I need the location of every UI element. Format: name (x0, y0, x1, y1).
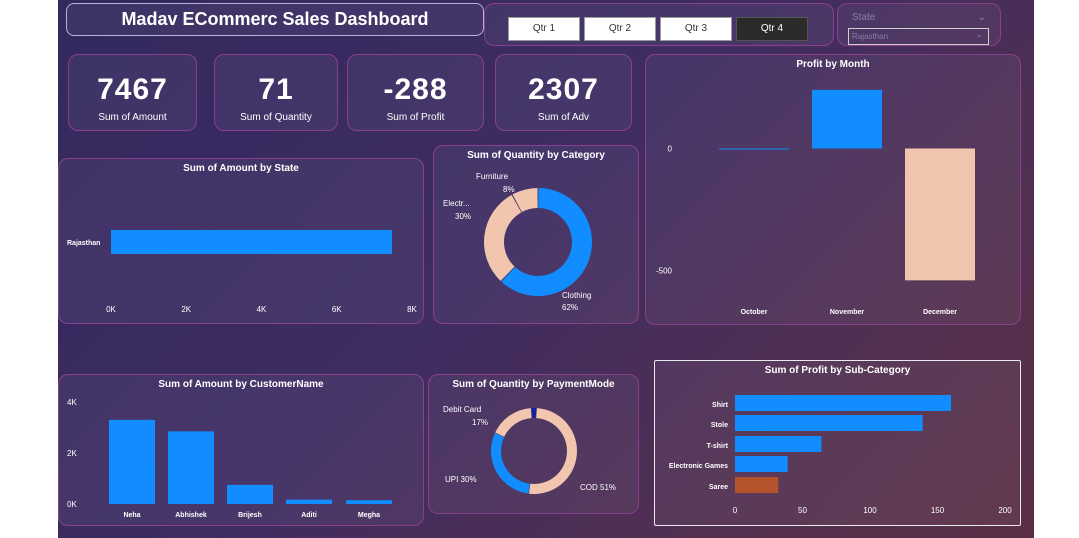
data-label: 8% (503, 185, 515, 194)
bar-aditi (286, 499, 332, 504)
bar-t-shirt (735, 436, 822, 452)
paymentmode-slice (529, 408, 577, 494)
data-label: 62% (562, 303, 578, 312)
data-label: 30% (455, 212, 471, 221)
y-tick-label: Saree (709, 484, 728, 491)
data-label: COD 51% (580, 483, 616, 492)
y-tick-label: T-shirt (707, 443, 729, 450)
x-tick-label: October (741, 309, 768, 316)
x-tick-label: 8K (407, 305, 417, 314)
x-tick-label: 4K (257, 305, 267, 314)
profit-by-month-svg: 0 -500 October November December (656, 89, 975, 316)
bar-october (719, 148, 789, 150)
quarter-button-q4[interactable]: Qtr 4 (736, 17, 808, 41)
paymentmode-slice (495, 408, 532, 437)
kpi-value: -288 (383, 73, 448, 106)
x-tick-label: December (923, 309, 957, 316)
chevron-down-icon: ⌄ (975, 29, 983, 39)
quarter-button-q3[interactable]: Qtr 3 (660, 17, 732, 41)
profit-by-subcategory-svg: Shirt Stole T-shirt Electronic Games Saree 0 5… (669, 395, 1012, 515)
kpi-value: 7467 (97, 73, 168, 106)
kpi-label: Sum of Profit (386, 112, 445, 123)
x-tick-label: Megha (358, 512, 380, 519)
data-label: Furniture (476, 172, 509, 181)
state-slicer-label: State (852, 12, 876, 23)
kpi-card-profit: -288 Sum of Profit (347, 54, 484, 131)
x-tick-label: November (830, 309, 865, 316)
y-tick-label: Electronic Games (669, 463, 728, 470)
chart-quantity-by-paymentmode: Sum of Quantity by PaymentMode COD 51% UP… (428, 374, 639, 514)
bar-stole (735, 415, 923, 431)
quantity-by-paymentmode-svg: COD 51% UPI 30% Debit Card 17% (443, 405, 616, 494)
quarter-button-q2[interactable]: Qtr 2 (584, 17, 656, 41)
data-label: 17% (472, 418, 488, 427)
x-tick-label: 150 (931, 506, 945, 515)
data-label: Debit Card (443, 405, 481, 414)
y-tick-label: Stole (711, 422, 728, 429)
x-tick-label: 0 (733, 506, 738, 515)
title-panel: Madav ECommerc Sales Dashboard (66, 3, 484, 36)
kpi-card-adv: 2307 Sum of Adv (495, 54, 632, 131)
bar-electronic-games (735, 456, 788, 472)
data-label: Electr... (443, 199, 470, 208)
data-label: Clothing (562, 291, 591, 300)
x-tick-label: 50 (798, 506, 807, 515)
bar-shirt (735, 395, 951, 411)
chart-profit-by-month: Profit by Month 0 -500 October November Dece… (645, 54, 1021, 325)
kpi-label: Sum of Amount (98, 112, 167, 123)
bar-brijesh (227, 484, 273, 504)
chart-amount-by-customer: Sum of Amount by CustomerName 0K 2K 4K Neha… (58, 374, 424, 526)
bar-saree (735, 477, 779, 493)
x-tick-label: Neha (123, 512, 140, 519)
x-tick-label: Abhishek (175, 512, 207, 519)
state-slicer: State ⌄ Rajasthan ⌄ (837, 3, 1001, 46)
y-tick-label: Shirt (712, 402, 729, 409)
x-tick-label: 6K (332, 305, 342, 314)
amount-by-state-svg: Rajasthan 0K 2K 4K 6K 8K (67, 230, 418, 314)
x-tick-label: 200 (998, 506, 1012, 515)
state-dropdown-value: Rajasthan (852, 32, 889, 41)
x-tick-label: 100 (863, 506, 877, 515)
kpi-label: Sum of Quantity (240, 112, 312, 123)
quantity-by-category-svg: Clothing 62% Electr... 30% Furniture 8% (443, 172, 592, 312)
y-tick-label: -500 (656, 267, 673, 276)
bar-december (905, 148, 975, 281)
data-label: UPI 30% (445, 475, 477, 484)
x-tick-label: 0K (106, 305, 116, 314)
quarter-slicer: Qtr 1 Qtr 2 Qtr 3 Qtr 4 (484, 3, 834, 46)
paymentmode-slice (491, 433, 530, 494)
amount-by-customer-svg: 0K 2K 4K Neha Abhishek Brijesh Aditi Megha (67, 398, 392, 519)
paymentmode-slice (531, 408, 537, 419)
quarter-button-q1[interactable]: Qtr 1 (508, 17, 580, 41)
dashboard-canvas: Madav ECommerc Sales Dashboard Qtr 1 Qtr… (58, 0, 1034, 538)
kpi-label: Sum of Adv (537, 112, 590, 123)
chart-amount-by-state: Sum of Amount by State Rajasthan 0K 2K 4K 6K… (58, 158, 424, 324)
bar-november (812, 89, 882, 149)
y-tick-label: Rajasthan (67, 240, 100, 247)
y-tick-label: 0K (67, 500, 77, 509)
y-tick-label: 0 (668, 144, 673, 153)
y-tick-label: 4K (67, 398, 77, 407)
chart-profit-by-subcategory: Sum of Profit by Sub-Category Shirt Stole… (654, 360, 1021, 526)
bar-neha (109, 419, 155, 504)
kpi-value: 2307 (528, 73, 599, 106)
x-tick-label: Brijesh (238, 512, 262, 519)
kpi-value: 71 (258, 73, 294, 106)
kpi-card-quantity: 71 Sum of Quantity (214, 54, 338, 131)
chevron-down-icon[interactable]: ⌄ (978, 12, 986, 23)
y-tick-label: 2K (67, 449, 77, 458)
x-tick-label: 2K (181, 305, 191, 314)
dashboard-title: Madav ECommerc Sales Dashboard (121, 9, 429, 29)
bar-rajasthan (111, 230, 392, 254)
state-dropdown[interactable]: Rajasthan ⌄ (848, 28, 989, 45)
bar-abhishek (168, 431, 214, 504)
bar-megha (346, 500, 392, 504)
chart-quantity-by-category: Sum of Quantity by Category Clothing 62% E… (433, 145, 639, 324)
x-tick-label: Aditi (301, 512, 317, 519)
kpi-card-amount: 7467 Sum of Amount (68, 54, 197, 131)
